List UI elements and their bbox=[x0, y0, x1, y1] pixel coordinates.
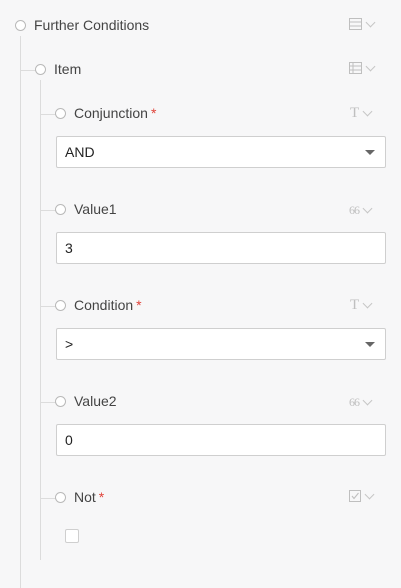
value1-input[interactable]: 3 bbox=[56, 232, 386, 264]
quote-icon: 66 bbox=[349, 395, 360, 409]
value1-value: 3 bbox=[65, 240, 73, 256]
required-marker: * bbox=[150, 105, 157, 121]
chevron-down-icon bbox=[365, 17, 376, 27]
further-conditions-radio[interactable] bbox=[15, 20, 26, 31]
item-type-menu[interactable] bbox=[349, 61, 376, 74]
value2-label: Value2 bbox=[74, 393, 117, 409]
value1-label: Value1 bbox=[74, 201, 117, 217]
caret-down-icon bbox=[365, 342, 375, 347]
condition-radio[interactable] bbox=[55, 300, 66, 311]
table-icon bbox=[349, 62, 362, 74]
not-label: Not * bbox=[74, 488, 104, 506]
condition-label-text: Condition bbox=[74, 297, 134, 313]
chevron-down-icon bbox=[365, 61, 376, 71]
conjunction-value: AND bbox=[65, 144, 95, 160]
caret-down-icon bbox=[365, 150, 375, 155]
checkbox-icon bbox=[349, 490, 361, 502]
not-label-text: Not bbox=[74, 489, 96, 505]
condition-value: > bbox=[65, 336, 74, 352]
chevron-down-icon bbox=[362, 298, 373, 309]
item-radio[interactable] bbox=[35, 64, 46, 75]
condition-select[interactable]: > bbox=[56, 328, 386, 360]
tree-line-root bbox=[20, 36, 21, 588]
value2-radio[interactable] bbox=[55, 396, 66, 407]
not-radio[interactable] bbox=[55, 492, 66, 503]
conjunction-label: Conjunction * bbox=[74, 104, 156, 122]
tree-branch-item bbox=[20, 70, 36, 71]
not-checkbox[interactable] bbox=[65, 529, 79, 543]
item-label: Item bbox=[54, 61, 82, 77]
list-icon bbox=[349, 18, 362, 30]
chevron-down-icon bbox=[364, 489, 375, 499]
further-conditions-label: Further Conditions bbox=[34, 17, 150, 33]
text-type-icon: T bbox=[350, 297, 360, 313]
tree-line-item bbox=[40, 80, 41, 560]
value2-value: 0 bbox=[65, 432, 73, 448]
required-marker: * bbox=[136, 297, 142, 313]
value1-radio[interactable] bbox=[55, 204, 66, 215]
chevron-down-icon bbox=[362, 395, 373, 406]
tree-branch-condition bbox=[40, 306, 56, 307]
value2-type-menu[interactable]: 66 bbox=[349, 395, 373, 410]
value1-type-menu[interactable]: 66 bbox=[349, 203, 373, 218]
quote-icon: 66 bbox=[349, 203, 360, 217]
tree-branch-not bbox=[40, 498, 56, 499]
required-marker: * bbox=[98, 489, 105, 505]
conjunction-type-menu[interactable]: T bbox=[350, 105, 373, 121]
condition-type-menu[interactable]: T bbox=[350, 297, 373, 313]
tree-branch-value1 bbox=[40, 210, 56, 211]
further-conditions-type-menu[interactable] bbox=[349, 17, 376, 30]
chevron-down-icon bbox=[362, 203, 373, 214]
conjunction-select[interactable]: AND bbox=[56, 136, 386, 168]
not-type-menu[interactable] bbox=[349, 489, 375, 502]
tree-branch-conjunction bbox=[40, 114, 56, 115]
tree-branch-value2 bbox=[40, 402, 56, 403]
value2-input[interactable]: 0 bbox=[56, 424, 386, 456]
conjunction-label-text: Conjunction bbox=[74, 105, 148, 121]
text-type-icon: T bbox=[350, 105, 360, 121]
condition-label: Condition * bbox=[74, 296, 142, 314]
chevron-down-icon bbox=[362, 106, 373, 117]
conjunction-radio[interactable] bbox=[55, 108, 66, 119]
